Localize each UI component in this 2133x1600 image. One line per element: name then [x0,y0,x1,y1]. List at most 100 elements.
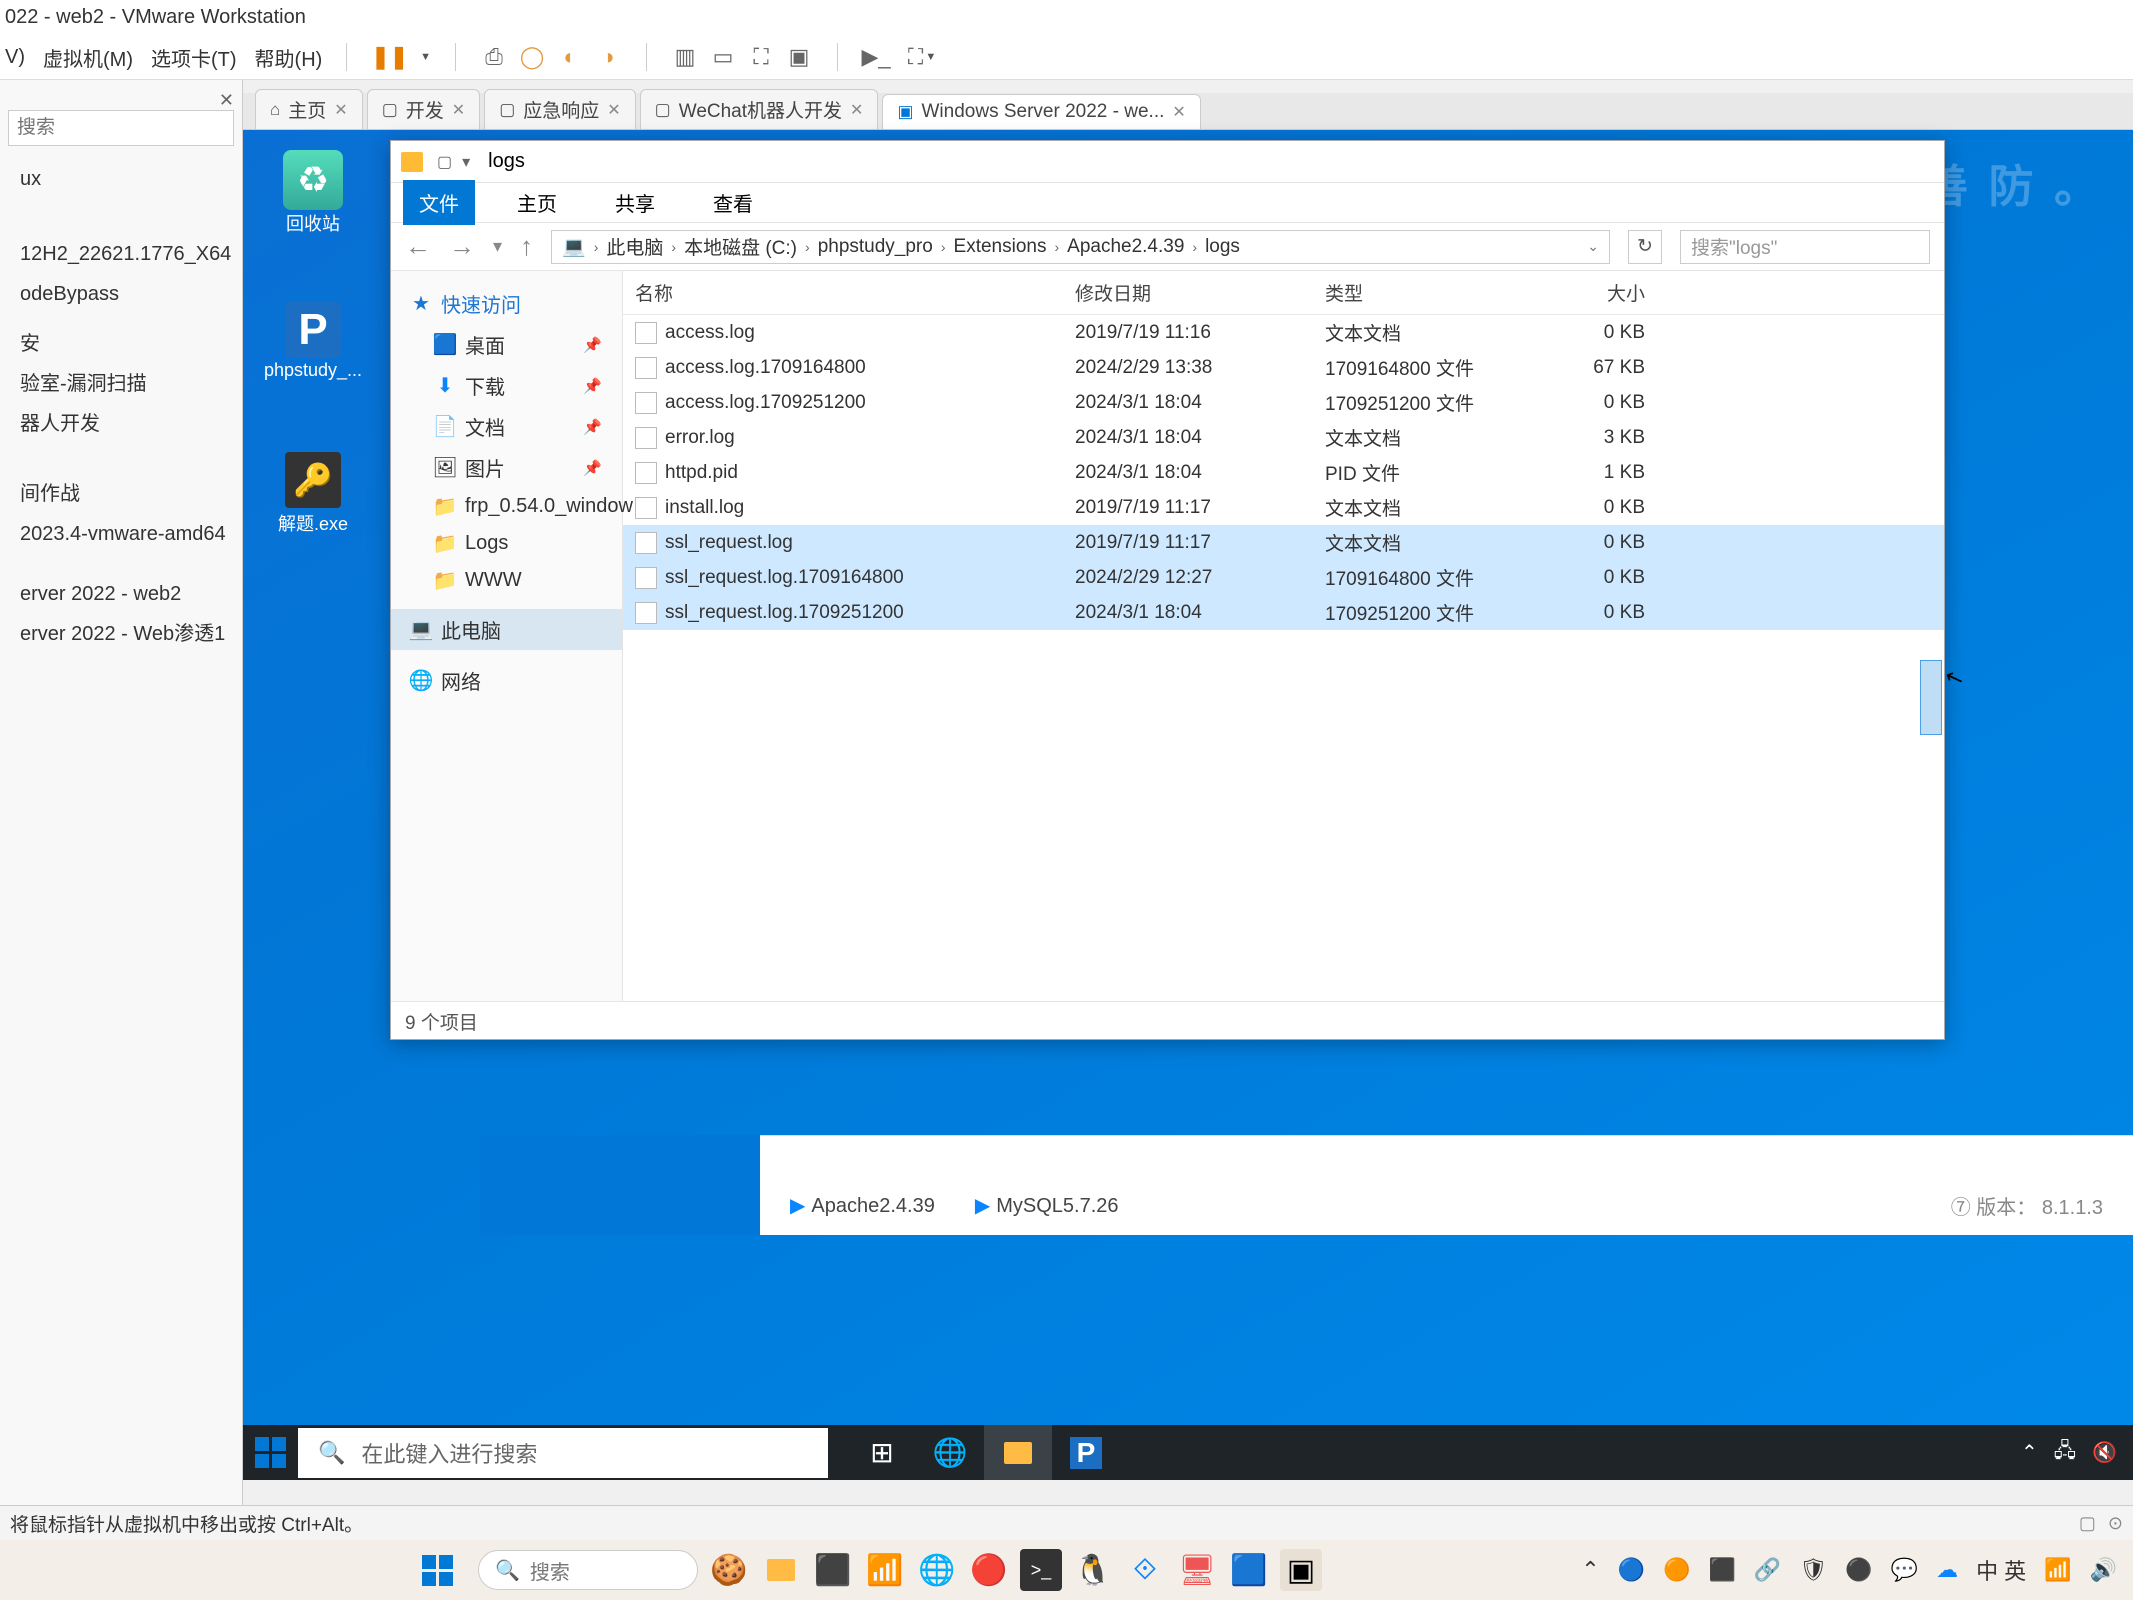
tray-wechat-icon[interactable]: 💬 [1891,1557,1918,1583]
snapshot-manager-icon[interactable]: ◐ [556,43,584,71]
tray-app-icon[interactable]: 🔗 [1754,1557,1781,1583]
col-size[interactable]: 大小 [1535,279,1645,306]
close-icon[interactable]: ✕ [334,100,347,120]
file-row[interactable]: ssl_request.log.17092512002024/3/1 18:04… [623,595,1944,630]
tray-wifi-icon[interactable]: 📶 [2044,1557,2071,1583]
tray-onedrive-icon[interactable]: ☁ [1936,1557,1958,1583]
tree-this-pc[interactable]: 💻此电脑 [391,609,622,650]
chevron-right-icon[interactable]: › [1188,239,1201,255]
app-icon[interactable]: 🟦 [1228,1549,1270,1591]
tray-volume-icon[interactable]: 🔊 [2090,1557,2117,1583]
vscode-icon[interactable]: ⟐ [1124,1549,1166,1591]
explorer-icon[interactable] [760,1549,802,1591]
tree-item[interactable]: ux [10,159,232,199]
host-search[interactable]: 🔍搜索 [478,1550,698,1590]
menu-help[interactable]: 帮助(H) [255,43,323,72]
explorer-icon[interactable] [984,1425,1052,1480]
file-row[interactable]: access.log2019/7/19 11:16文本文档0 KB [623,315,1944,350]
tree-frp[interactable]: 📁frp_0.54.0_window [391,488,622,525]
tab-winserver[interactable]: ▣Windows Server 2022 - we...✕ [882,94,1200,129]
tray-app-icon[interactable]: 🔵 [1618,1557,1645,1583]
qat-dropdown[interactable]: ▾ [462,152,470,172]
file-row[interactable]: error.log2024/3/1 18:04文本文档3 KB [623,420,1944,455]
chevron-right-icon[interactable]: › [801,239,814,255]
sidebar-search[interactable] [8,110,234,146]
col-name[interactable]: 名称 [635,279,1075,306]
tray-chevron-icon[interactable]: ⌃ [2021,1440,2038,1465]
breadcrumb-item[interactable]: Apache2.4.39 [1067,236,1184,258]
tray-volume-icon[interactable]: 🔇 [2092,1440,2117,1465]
mysql-status[interactable]: ▶MySQL5.7.26 [975,1193,1119,1218]
file-row[interactable]: access.log.17092512002024/3/1 18:0417092… [623,385,1944,420]
breadcrumb-item[interactable]: phpstudy_pro [818,236,933,258]
app-icon[interactable]: 📶 [864,1549,906,1591]
tab-wechat[interactable]: ▢WeChat机器人开发✕ [640,89,879,129]
forward-icon[interactable]: → [449,231,475,262]
tree-item[interactable]: 安 [10,324,232,364]
stretch-icon[interactable]: ⛶▼ [908,43,936,71]
app-icon[interactable]: 🍪 [708,1549,750,1591]
breadcrumb-item[interactable]: 此电脑 [606,233,663,260]
ribbon-tab-file[interactable]: 文件 [403,180,475,225]
chevron-down-icon[interactable]: ▼ [420,51,431,63]
tray-app-icon[interactable]: 🟠 [1663,1557,1690,1583]
chrome-icon[interactable]: 🔴 [968,1549,1010,1591]
tree-desktop[interactable]: 🟦桌面📌 [391,324,622,365]
view-thumb-icon[interactable]: ▥ [671,43,699,71]
vmware-icon[interactable]: ▣ [1280,1549,1322,1591]
tree-downloads[interactable]: ⬇下载📌 [391,365,622,406]
up-icon[interactable]: ↑ [520,231,533,262]
start-button[interactable] [416,1549,458,1591]
app-icon[interactable]: 🖥 [1176,1549,1218,1591]
tree-pictures[interactable]: 🖼图片📌 [391,447,622,488]
explorer-titlebar[interactable]: ▢ ▾ logs [391,141,1944,183]
close-icon[interactable]: ✕ [219,90,234,111]
tree-logs[interactable]: 📁Logs [391,525,622,562]
pause-icon[interactable]: ❚❚ [371,44,408,70]
edge-icon[interactable]: 🌐 [916,1549,958,1591]
desktop-icon-recycle[interactable]: 回收站 [263,150,363,236]
breadcrumb-item[interactable]: Extensions [954,236,1047,258]
tree-item[interactable]: 2023.4-vmware-amd64 [10,514,232,554]
view-unity-icon[interactable]: ▣ [785,43,813,71]
chevron-down-icon[interactable]: ⌄ [1587,238,1599,255]
edge-icon[interactable]: 🌐 [916,1425,984,1480]
tree-item[interactable]: erver 2022 - Web渗透1 [10,614,232,654]
snapshot-revert-icon[interactable]: ◑ [594,43,622,71]
terminal-icon[interactable]: >_ [1020,1549,1062,1591]
device-icon[interactable]: ▢ [2079,1513,2096,1534]
tree-network[interactable]: 🌐网络 [391,660,622,701]
breadcrumb-bar[interactable]: 💻 › 此电脑 › 本地磁盘 (C:) › phpstudy_pro › Ext… [551,230,1610,264]
tree-item[interactable]: 间作战 [10,474,232,514]
breadcrumb-item[interactable]: 本地磁盘 (C:) [684,233,797,260]
device-icon[interactable]: ⊙ [2108,1513,2123,1534]
tray-chevron-icon[interactable]: ⌃ [1581,1557,1599,1583]
back-icon[interactable]: ← [405,231,431,262]
ribbon-tab-share[interactable]: 共享 [599,180,671,225]
app-icon[interactable]: 🐧 [1072,1549,1114,1591]
start-button[interactable] [243,1425,298,1480]
taskbar-search[interactable]: 🔍 在此键入进行搜索 [298,1428,828,1478]
menu-vm[interactable]: 虚拟机(M) [43,43,133,72]
tab-incident[interactable]: ▢应急响应✕ [484,89,635,129]
app-icon[interactable]: ⬛ [812,1549,854,1591]
tray-app-icon[interactable]: ⬛ [1709,1557,1736,1583]
desktop-icon-phpstudy[interactable]: P phpstudy_... [263,300,363,381]
ribbon-tab-home[interactable]: 主页 [501,180,573,225]
explorer-search-input[interactable]: 搜索"logs" [1680,230,1930,264]
tray-obs-icon[interactable]: ⚫ [1845,1557,1872,1583]
tree-documents[interactable]: 📄文档📌 [391,406,622,447]
view-fullscreen-icon[interactable]: ⛶ [747,43,775,71]
tree-item[interactable]: 验室-漏洞扫描 [10,364,232,404]
menu-view[interactable]: V) [5,46,25,69]
tree-www[interactable]: 📁WWW [391,562,622,599]
tree-item[interactable]: erver 2022 - web2 [10,574,232,614]
col-type[interactable]: 类型 [1325,279,1535,306]
desktop-icon-jieti[interactable]: 解题.exe [263,450,363,536]
task-view-icon[interactable]: ⊞ [848,1425,916,1480]
close-icon[interactable]: ✕ [850,100,863,120]
close-icon[interactable]: ✕ [1172,102,1185,122]
file-row[interactable]: ssl_request.log.17091648002024/2/29 12:2… [623,560,1944,595]
chevron-right-icon[interactable]: › [590,239,603,255]
menu-tabs[interactable]: 选项卡(T) [151,43,237,72]
